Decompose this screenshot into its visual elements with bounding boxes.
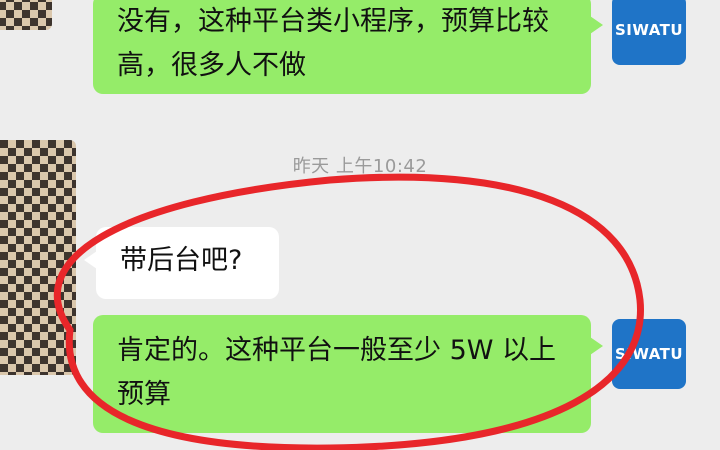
self-avatar[interactable]: SIWATU [612,319,686,389]
message-text: 肯定的。这种平台一般至少 5W 以上预算 [117,335,557,410]
avatar-label: SIWATU [614,21,684,39]
message-text: 带后台吧? [120,245,243,276]
message-text: 没有，这种平台类小程序，预算比较高，很多人不做 [117,6,549,81]
message-bubble-self[interactable]: 肯定的。这种平台一般至少 5W 以上预算 [93,315,603,433]
message-bubble-other[interactable]: 带后台吧? [84,227,279,299]
message-timestamp: 昨天 上午10:42 [292,156,428,177]
avatar-label: SIWATU [614,345,684,363]
message-bubble-self[interactable]: 没有，这种平台类小程序，预算比较高，很多人不做 [93,0,603,94]
contact-avatar[interactable] [0,140,76,375]
chat-screen: 没有，这种平台类小程序，预算比较高，很多人不做 SIWATU 昨天 上午10:4… [0,0,720,450]
self-avatar[interactable]: SIWATU [612,0,686,65]
contact-avatar[interactable] [0,0,52,30]
